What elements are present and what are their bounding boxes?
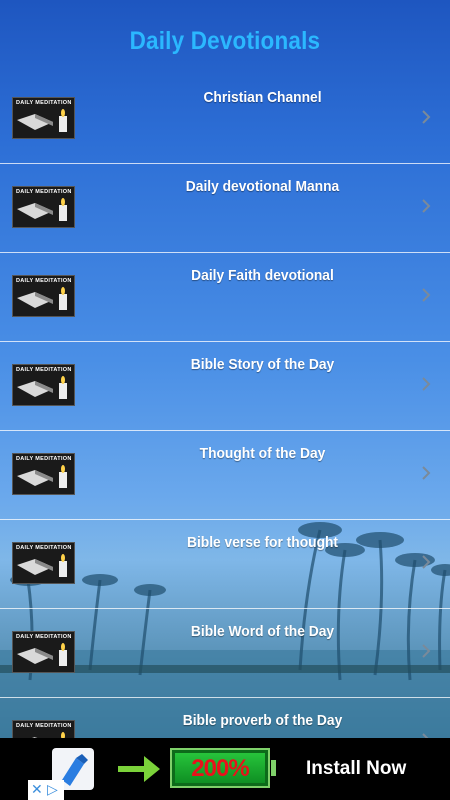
item-label: Bible verse for thought [186,534,339,551]
adchoices-icon[interactable]: ▷ [47,781,58,798]
item-label: Bible Word of the Day [190,623,335,640]
item-label: Thought of the Day [199,445,326,462]
ad-choices-badge[interactable]: ✕ ▷ [28,780,64,800]
meditation-thumbnail: DAILY MEDITATION [12,542,75,584]
meditation-thumbnail: DAILY MEDITATION [12,97,75,139]
meditation-thumbnail: DAILY MEDITATION [12,364,75,406]
item-label: Bible Story of the Day [190,356,335,373]
item-label: Bible proverb of the Day [182,712,343,729]
devotional-list: DAILY MEDITATION Christian Channel DAILY M… [0,75,450,787]
chevron-right-icon [422,644,431,658]
chevron-right-icon [422,199,431,213]
close-icon[interactable]: ✕ [31,781,43,798]
chevron-right-icon [422,377,431,391]
list-item[interactable]: DAILY MEDITATION Daily Faith devotional [0,253,450,342]
page-title: Daily Devotionals [129,26,321,55]
list-item[interactable]: DAILY MEDITATION Bible Word of the Day [0,609,450,698]
chevron-right-icon [422,110,431,124]
meditation-thumbnail: DAILY MEDITATION [12,275,75,317]
list-item[interactable]: DAILY MEDITATION Thought of the Day [0,431,450,520]
list-item[interactable]: DAILY MEDITATION Bible verse for thought [0,520,450,609]
item-label: Daily devotional Manna [185,178,340,195]
meditation-thumbnail: DAILY MEDITATION [12,631,75,673]
meditation-thumbnail: DAILY MEDITATION [12,186,75,228]
chevron-right-icon [422,466,431,480]
app-header: Daily Devotionals [0,0,450,82]
battery-nub [271,760,276,776]
battery-graphic: 200% [170,748,270,788]
ad-banner[interactable]: 200% Install Now [0,738,450,800]
meditation-thumbnail: DAILY MEDITATION [12,453,75,495]
chevron-right-icon [422,555,431,569]
list-item[interactable]: DAILY MEDITATION Christian Channel [0,75,450,164]
item-label: Christian Channel [203,89,322,106]
list-item[interactable]: DAILY MEDITATION Daily devotional Manna [0,164,450,253]
list-item[interactable]: DAILY MEDITATION Bible Story of the Day [0,342,450,431]
item-label: Daily Faith devotional [191,267,334,284]
battery-value: 200% [191,755,249,782]
arrow-right-icon [118,756,160,782]
install-now-button[interactable]: Install Now [306,758,406,780]
chevron-right-icon [422,288,431,302]
